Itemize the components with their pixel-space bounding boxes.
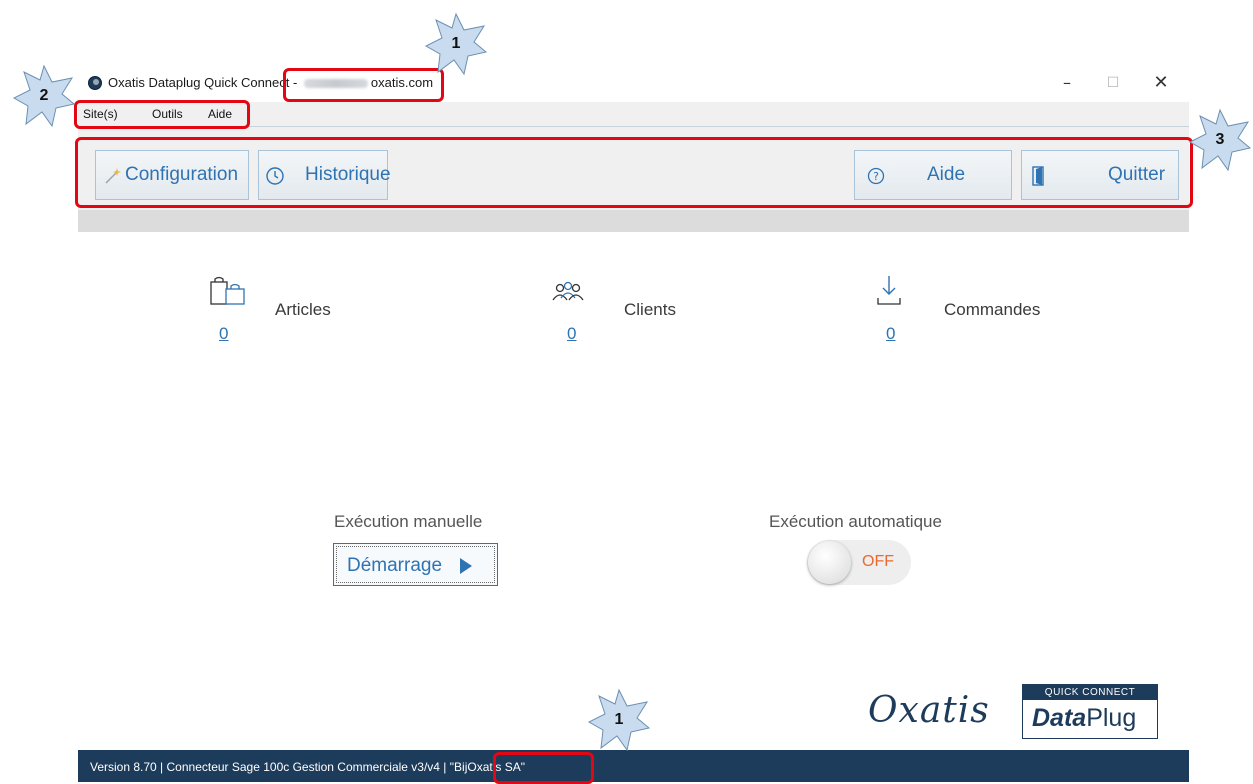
articles-label: Articles — [275, 300, 331, 319]
download-tray-icon — [875, 274, 903, 313]
annotation-star-1-top: 1 — [424, 12, 488, 76]
oxatis-logo: Oxatis — [868, 690, 990, 731]
commandes-label: Commandes — [944, 300, 1041, 319]
status-bar: Version 8.70 | Connecteur Sage 100c Gest… — [78, 750, 1189, 782]
highlight-menu-bar — [74, 100, 250, 129]
annotation-number: 1 — [614, 711, 624, 728]
start-button-label: Démarrage — [347, 555, 443, 576]
app-logo-icon — [88, 76, 102, 90]
clients-label: Clients — [624, 300, 676, 319]
window-title-prefix: Oxatis Dataplug Quick Connect - — [108, 75, 301, 90]
start-button[interactable]: Démarrage — [333, 543, 498, 586]
toggle-knob — [808, 541, 851, 584]
annotation-star-2: 2 — [12, 64, 76, 128]
annotation-number: 1 — [451, 35, 461, 52]
status-bar-text: Version 8.70 | Connecteur Sage 100c Gest… — [90, 760, 525, 774]
toggle-state-label: OFF — [862, 553, 894, 570]
articles-count-link[interactable]: 0 — [219, 324, 228, 344]
annotation-number: 3 — [1215, 131, 1225, 148]
minimize-button[interactable]: – — [1044, 68, 1090, 98]
dataplug-logo: QUICK CONNECT DataPlug — [1022, 684, 1158, 739]
dataplug-wordmark-rest: Plug — [1086, 704, 1137, 732]
quick-connect-banner: QUICK CONNECT — [1023, 685, 1157, 700]
shopping-bags-icon — [209, 276, 247, 313]
commandes-count-link[interactable]: 0 — [886, 324, 895, 344]
title-bar: Oxatis Dataplug Quick Connect - oxatis.c… — [78, 64, 1189, 102]
highlight-title-domain — [283, 68, 444, 102]
annotation-star-1-bottom: 1 — [587, 688, 651, 752]
users-icon — [551, 281, 585, 308]
close-button[interactable]: ✕ — [1138, 68, 1184, 98]
clients-count-link[interactable]: 0 — [567, 324, 576, 344]
highlight-toolbar — [75, 137, 1193, 208]
manual-execution-title: Exécution manuelle — [334, 512, 483, 531]
auto-execution-toggle[interactable]: OFF — [807, 540, 911, 585]
dataplug-wordmark: DataPlug — [1032, 704, 1136, 733]
dataplug-wordmark-bold: Data — [1032, 704, 1087, 732]
annotation-number: 2 — [39, 87, 49, 104]
auto-execution-title: Exécution automatique — [769, 512, 942, 531]
maximize-button[interactable]: ☐ — [1090, 68, 1136, 98]
annotation-star-3: 3 — [1188, 108, 1252, 172]
toolbar-divider — [78, 210, 1189, 232]
highlight-company-name — [493, 752, 594, 784]
play-arrow-icon — [460, 558, 472, 574]
